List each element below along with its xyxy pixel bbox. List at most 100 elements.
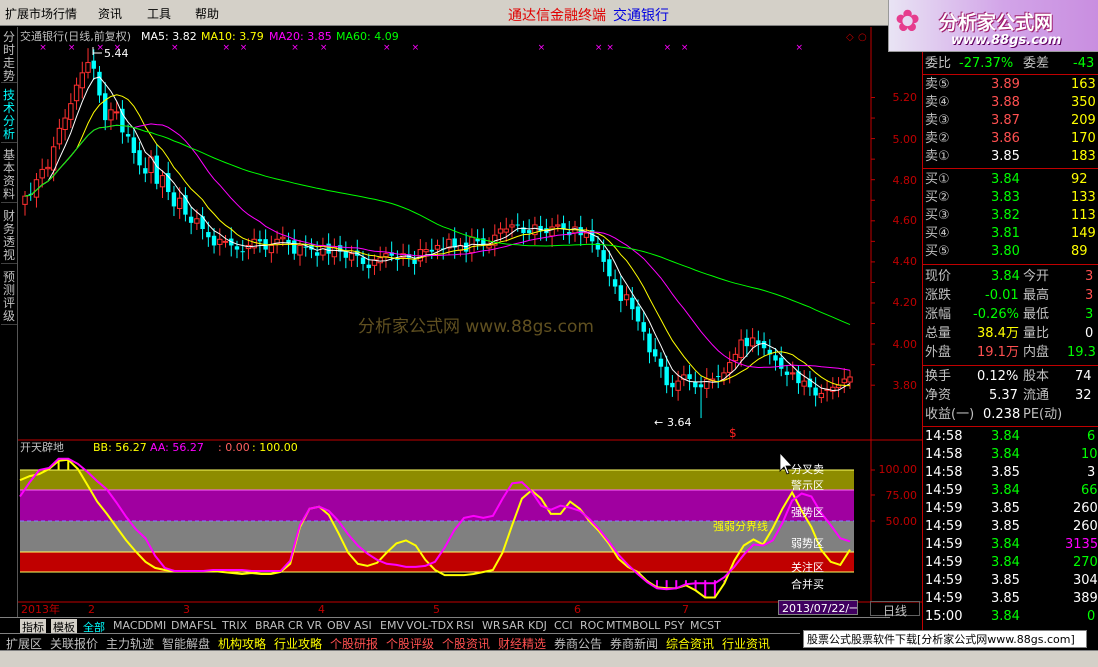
chart-area[interactable]: 交通银行(日线,前复权) MA5: 3.82 MA10: 3.79 MA20: …: [18, 27, 922, 631]
buy-volume: 149: [1071, 226, 1096, 241]
tab-brar[interactable]: BRAR: [255, 619, 285, 632]
zone-label-strong: 强势区: [791, 506, 824, 519]
indicator-tab-strip: 指标 模板 全部 MACD DMI DMA FSL TRIX BRAR CR V…: [0, 617, 890, 635]
tab-obv[interactable]: OBV: [327, 619, 350, 632]
buy-price: 3.82: [991, 208, 1020, 223]
zone-label-divider: 强弱分界线: [713, 519, 768, 533]
tab-fsl[interactable]: FSL: [197, 619, 216, 632]
stat-value: 3: [1085, 307, 1094, 322]
candle-body: [154, 155, 159, 184]
candle-body: [607, 259, 612, 277]
high-label: 5.44: [104, 47, 129, 60]
menu-help[interactable]: 帮助: [195, 5, 219, 22]
candle-body: [314, 252, 320, 256]
tick-price: 3.84: [991, 537, 1020, 552]
candlestick-series: [22, 48, 853, 419]
tab-vol-tdx[interactable]: VOL-TDX: [406, 619, 454, 632]
tick-volume: 260: [1073, 501, 1098, 516]
candle-body: [22, 195, 28, 205]
candle-body: [360, 257, 366, 264]
tick-row: 14:58 3.85 3: [925, 464, 1097, 482]
stat-label: 内盘: [1023, 345, 1050, 360]
candle-body: [131, 137, 137, 153]
candle-body: [749, 337, 756, 347]
stat-label: 最低: [1023, 307, 1050, 322]
info-value: 74: [1075, 369, 1092, 384]
menu-tools[interactable]: 工具: [147, 5, 171, 22]
period-daily-button[interactable]: 日线: [870, 601, 920, 618]
candle-body: [790, 372, 796, 375]
tab-boll[interactable]: BOLL: [632, 619, 660, 632]
buy-volume: 92: [1071, 172, 1088, 187]
order-diff-label: 委差: [1023, 56, 1050, 71]
info-row: 收益(一) 0.238 PE(动): [925, 406, 1097, 424]
tab-sar[interactable]: SAR: [502, 619, 524, 632]
tab-intraday[interactable]: 分时走势: [1, 31, 17, 83]
candle-body: [497, 228, 504, 234]
tab-wr[interactable]: WR: [482, 619, 501, 632]
stock-title: 交通银行: [613, 8, 669, 24]
tab-macd[interactable]: MACD: [113, 619, 146, 632]
candle-body: [509, 224, 515, 228]
stat-row: 涨幅 -0.26% 最低 3: [925, 306, 1097, 324]
tab-asi[interactable]: ASI: [354, 619, 372, 632]
buy-price: 3.81: [991, 226, 1020, 241]
tab-trix[interactable]: TRIX: [222, 619, 247, 632]
zone-warning-band: [20, 470, 854, 490]
tab-dma[interactable]: DMA: [171, 619, 197, 632]
diamond-icon[interactable]: ◇: [846, 32, 854, 43]
candle-body: [234, 246, 240, 250]
signal-marker: ×: [538, 43, 546, 53]
tick-volume: 304: [1073, 573, 1098, 588]
candle-body: [623, 294, 630, 301]
candle-body: [211, 235, 217, 246]
candle-body: [647, 333, 652, 353]
tab-rsi[interactable]: RSI: [456, 619, 474, 632]
tab-emv[interactable]: EMV: [380, 619, 404, 632]
ad-banner[interactable]: 股票公式股票软件下载[分析家公式网www.88gs.com]: [803, 630, 1087, 648]
tab-technical-analysis[interactable]: 技术分析: [1, 89, 17, 143]
date-label: 2013年: [21, 602, 60, 616]
date-label: 7: [682, 603, 689, 616]
menu-extended-market[interactable]: 扩展市场行情: [5, 5, 77, 22]
price-tick-marks: [871, 97, 875, 386]
tab-dmi[interactable]: DMI: [145, 619, 166, 632]
tab-basic-info[interactable]: 基本资料: [1, 149, 17, 203]
candle-body: [91, 60, 96, 69]
candle-body: [653, 349, 658, 357]
tab-vr[interactable]: VR: [307, 619, 322, 632]
menu-news[interactable]: 资讯: [98, 5, 122, 22]
info-label: 净资: [925, 388, 952, 403]
tab-mcst[interactable]: MCST: [690, 619, 721, 632]
info-label: 换手: [925, 369, 952, 384]
candle-body: [716, 376, 721, 378]
candle-body: [97, 71, 102, 96]
sell-level-label: 卖④: [925, 95, 950, 110]
site-logo: ✿ 分析家公式网 www.88gs.com: [888, 0, 1098, 52]
tab-cci[interactable]: CCI: [554, 619, 573, 632]
left-tab-strip: 分时走势 技术分析 基本资料 财务透视 预测评级: [0, 27, 18, 631]
chart-svg[interactable]: 交通银行(日线,前复权) MA5: 3.82 MA10: 3.79 MA20: …: [18, 27, 922, 631]
buy-level-label: 买③: [925, 208, 950, 223]
tab-mtm[interactable]: MTM: [606, 619, 632, 632]
signal-marker: ×: [240, 43, 248, 53]
panel-separator: [923, 74, 1098, 75]
info-value: 0.12%: [977, 369, 1019, 384]
candle-body: [630, 297, 635, 310]
candle-body: [664, 366, 669, 386]
tab-financial-view[interactable]: 财务透视: [1, 210, 17, 264]
signal-marker: ×: [412, 43, 420, 53]
signal-marker: ×: [795, 43, 803, 53]
tab-psy[interactable]: PSY: [664, 619, 684, 632]
tab-roc[interactable]: ROC: [580, 619, 604, 632]
tab-cr[interactable]: CR: [288, 619, 303, 632]
circle-icon[interactable]: ○: [858, 32, 867, 43]
price-tick: 3.80: [893, 379, 918, 392]
tab-kdj[interactable]: KDJ: [528, 619, 547, 632]
tab-forecast-rating[interactable]: 预测评级: [1, 271, 17, 325]
buy-level-label: 买④: [925, 226, 950, 241]
tick-time: 14:59: [925, 519, 963, 534]
candle-body: [326, 243, 331, 254]
stat-label: 总量: [925, 326, 952, 341]
stat-label: 现价: [925, 269, 952, 284]
